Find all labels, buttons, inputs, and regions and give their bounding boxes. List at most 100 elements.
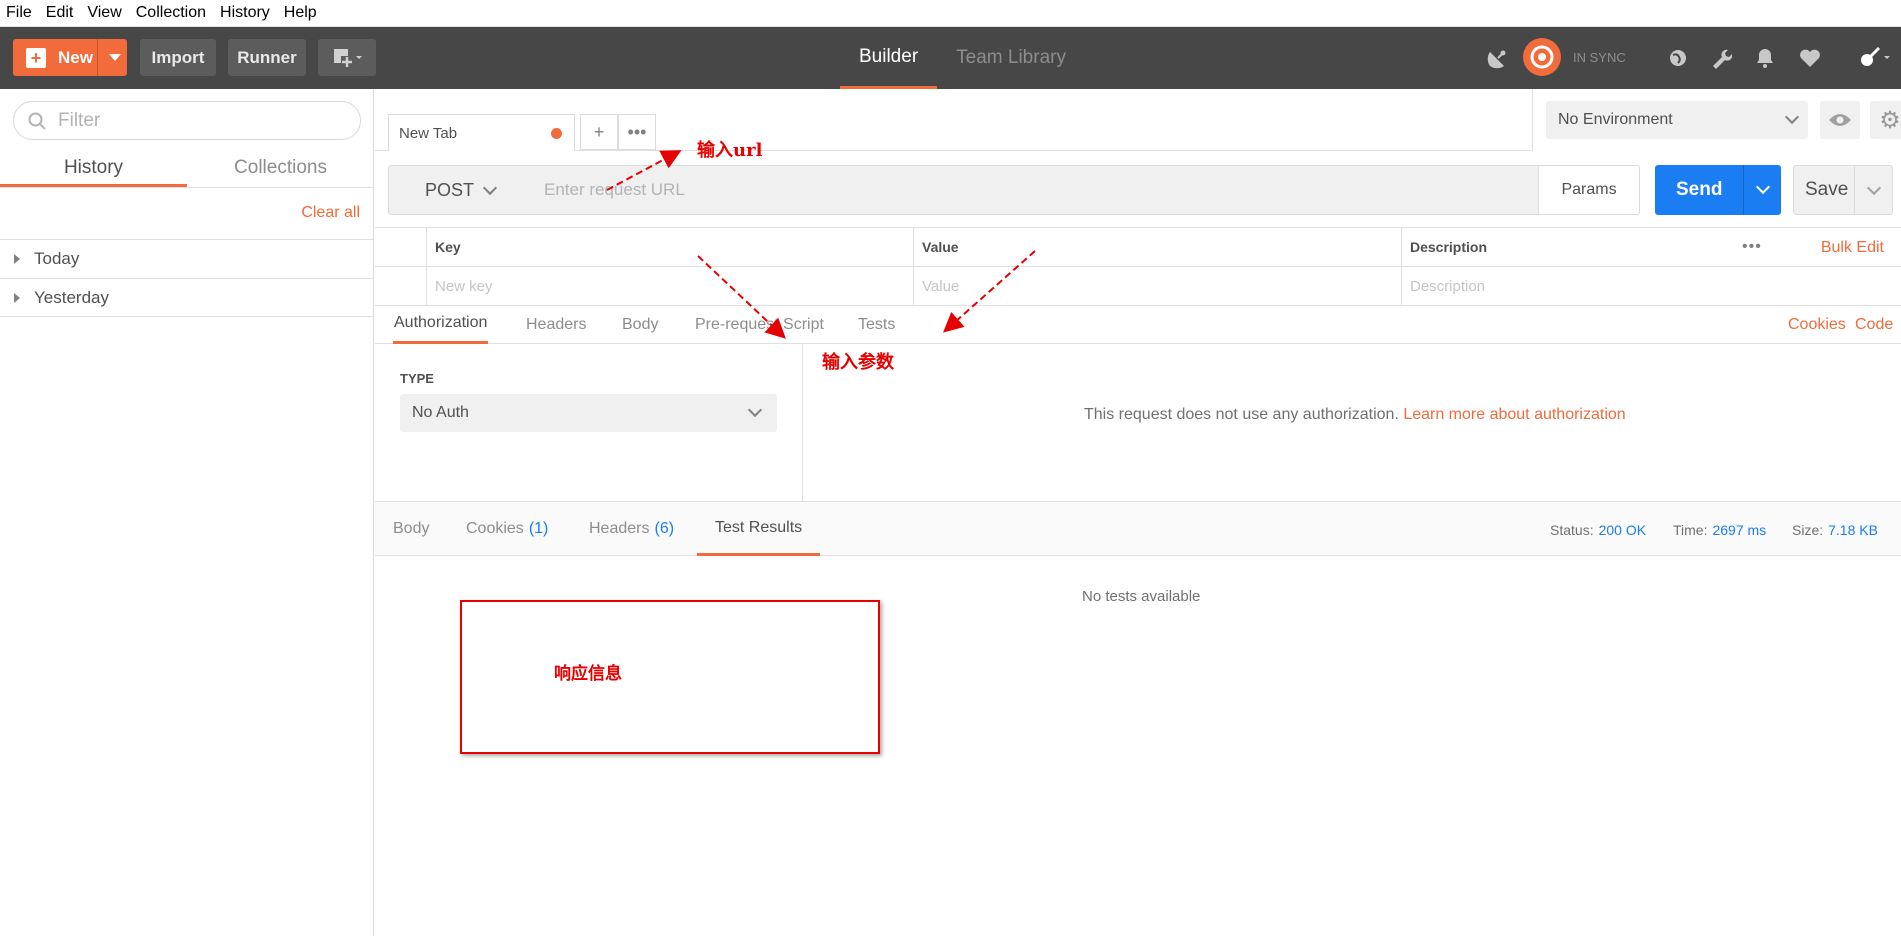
expand-arrow-icon <box>14 254 20 264</box>
response-time: Time: 2697 ms <box>1673 522 1766 538</box>
new-dropdown-caret-icon[interactable] <box>109 54 121 61</box>
new-value-input[interactable]: Value <box>913 267 1401 305</box>
menu-collection[interactable]: Collection <box>136 4 206 22</box>
runner-button[interactable]: Runner <box>228 39 306 76</box>
request-url-row: POST Enter request URL Params Send Save <box>388 165 1901 215</box>
new-button-label: New <box>58 47 93 67</box>
save-button-label: Save <box>1805 179 1849 200</box>
interceptor-satellite-icon[interactable] <box>1485 45 1511 71</box>
globe-icon[interactable] <box>1665 45 1691 71</box>
filter-placeholder: Filter <box>58 109 101 131</box>
code-link[interactable]: Code <box>1855 316 1893 334</box>
response-tab-body[interactable]: Body <box>393 502 429 556</box>
table-row: New key Value Description <box>375 267 1901 306</box>
history-group-label: Today <box>34 249 80 268</box>
environment-quick-look-button[interactable] <box>1820 101 1860 139</box>
plus-icon: + <box>593 121 605 142</box>
response-tab-label: Body <box>393 520 430 537</box>
tab-tests[interactable]: Tests <box>858 305 895 344</box>
sync-status-icon[interactable] <box>1523 38 1561 76</box>
tab-history[interactable]: History <box>0 151 187 187</box>
send-button-divider <box>1743 165 1744 215</box>
more-dots-icon: ••• <box>627 121 647 142</box>
main-panel: New Tab + ••• No Environment ⚙ POST Ente… <box>375 89 1901 936</box>
chevron-down-icon <box>1784 109 1800 125</box>
tab-body[interactable]: Body <box>622 305 658 344</box>
menu-help[interactable]: Help <box>284 4 317 22</box>
toolbar: + New Import Runner Builder Team Library… <box>0 27 1901 89</box>
size-label: Size: <box>1792 522 1824 538</box>
menu-history[interactable]: History <box>220 4 270 22</box>
save-dropdown-chevron-icon[interactable] <box>1866 180 1882 196</box>
environment-select[interactable]: No Environment <box>1546 101 1808 139</box>
wrench-icon[interactable] <box>1708 45 1734 71</box>
manage-environments-button[interactable]: ⚙ <box>1870 101 1901 139</box>
response-tabs: Body Cookies (1) Headers (6) Test Result… <box>375 501 1901 556</box>
builder-tabs: Builder Team Library <box>840 27 1085 89</box>
column-header-key: Key <box>426 228 913 266</box>
send-button[interactable]: Send <box>1655 165 1781 215</box>
tab-builder[interactable]: Builder <box>840 27 938 89</box>
environment-area: No Environment ⚙ <box>1532 89 1901 151</box>
history-group-yesterday[interactable]: Yesterday <box>0 278 374 317</box>
method-select[interactable]: POST <box>388 165 532 215</box>
menu-view[interactable]: View <box>87 4 121 22</box>
sidebar: Filter History Collections Clear all Tod… <box>0 89 374 936</box>
sync-status-text: IN SYNC <box>1573 50 1626 65</box>
new-window-button[interactable] <box>318 39 376 76</box>
request-tab-strip: New Tab + ••• <box>375 89 1531 151</box>
add-tab-button[interactable]: + <box>580 114 618 150</box>
auth-type-label: TYPE <box>400 371 434 386</box>
response-tab-cookies[interactable]: Cookies (1) <box>466 502 548 556</box>
menu-file[interactable]: File <box>6 4 32 22</box>
response-tab-test-results[interactable]: Test Results <box>697 502 821 556</box>
tab-options-button[interactable]: ••• <box>618 114 656 150</box>
cookies-count: (1) <box>528 520 549 537</box>
auth-type-panel: TYPE No Auth <box>375 344 803 501</box>
user-settings-icon[interactable] <box>1855 45 1893 71</box>
history-group-label: Yesterday <box>34 287 109 307</box>
clear-all-link[interactable]: Clear all <box>301 204 360 222</box>
new-window-icon <box>334 48 362 68</box>
request-tab[interactable]: New Tab <box>388 114 575 151</box>
method-value: POST <box>425 179 475 200</box>
bulk-edit-link[interactable]: Bulk Edit <box>1821 239 1884 257</box>
tab-headers[interactable]: Headers <box>526 305 586 344</box>
time-label: Time: <box>1673 522 1708 538</box>
unsaved-dot-icon[interactable] <box>551 128 562 139</box>
params-table-header: Key Value Description ••• Bulk Edit <box>375 228 1901 267</box>
expand-arrow-icon <box>14 292 20 303</box>
params-button[interactable]: Params <box>1538 165 1640 215</box>
save-button[interactable]: Save <box>1793 165 1893 215</box>
cookies-link[interactable]: Cookies <box>1788 316 1846 334</box>
eye-icon <box>1829 114 1851 126</box>
request-section-tabs: Authorization Headers Body Pre-request S… <box>375 305 1901 344</box>
new-button-divider <box>97 39 98 76</box>
tab-authorization[interactable]: Authorization <box>393 305 489 344</box>
filter-input[interactable]: Filter <box>13 101 361 140</box>
send-dropdown-chevron-icon[interactable] <box>1755 179 1771 195</box>
history-list: Today Yesterday <box>0 239 374 317</box>
tab-collections[interactable]: Collections <box>187 151 374 187</box>
new-key-input[interactable]: New key <box>426 267 913 305</box>
tab-pre-request-script[interactable]: Pre-request Script <box>695 305 824 344</box>
gear-icon: ⚙ <box>1879 106 1901 134</box>
response-tab-headers[interactable]: Headers (6) <box>589 502 674 556</box>
import-button[interactable]: Import <box>140 39 216 76</box>
new-description-input[interactable]: Description <box>1401 267 1901 305</box>
chevron-down-icon <box>482 180 498 196</box>
url-input[interactable]: Enter request URL <box>531 165 1538 215</box>
more-dots-icon[interactable]: ••• <box>1742 238 1762 256</box>
new-button[interactable]: + New <box>13 39 127 76</box>
heart-icon[interactable] <box>1797 45 1823 71</box>
auth-type-select[interactable]: No Auth <box>400 394 777 432</box>
learn-more-link[interactable]: Learn more about authorization <box>1403 406 1625 423</box>
save-button-divider <box>1854 166 1855 214</box>
tab-team-library[interactable]: Team Library <box>937 27 1085 89</box>
notifications-bell-icon[interactable] <box>1752 45 1778 71</box>
menu-edit[interactable]: Edit <box>46 4 74 22</box>
history-group-today[interactable]: Today <box>0 239 374 278</box>
request-tab-label: New Tab <box>399 124 458 142</box>
annotation-response-box <box>460 600 880 754</box>
sidebar-tabs: History Collections <box>0 151 374 188</box>
